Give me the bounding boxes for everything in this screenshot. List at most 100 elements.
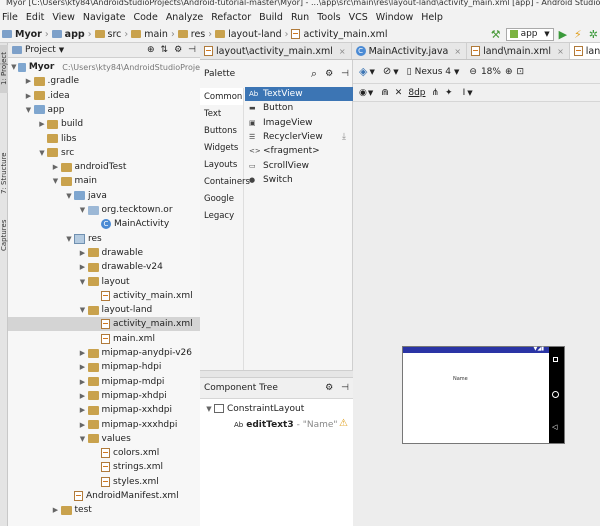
palette-category[interactable]: Google — [200, 190, 243, 207]
tree-item[interactable]: styles.xml — [8, 475, 200, 489]
tree-item[interactable]: ▶ mipmap-hdpi — [8, 360, 200, 374]
tree-item[interactable]: ▶ mipmap-xxxhdpi — [8, 418, 200, 432]
breadcrumb-app[interactable]: app — [51, 29, 85, 40]
editor-tab[interactable]: C MainActivity.java × — [352, 43, 468, 59]
device-preview[interactable]: ▼◢▮ ◁ Name — [402, 346, 565, 444]
palette-category[interactable]: Common — [200, 88, 243, 105]
palette-item[interactable]: ▭ ScrollView — [245, 158, 353, 172]
project-tool-tab[interactable]: 1: Project — [0, 45, 8, 93]
chevron-right-icon[interactable]: ▶ — [24, 77, 34, 85]
tree-item[interactable]: ▼ Myor C:\Users\kty84\AndroidStudioProje — [8, 60, 200, 74]
apply-changes-icon[interactable]: ⚡ — [574, 28, 582, 41]
tree-item[interactable]: ▶ mipmap-xxhdpi — [8, 403, 200, 417]
edit-text-preview[interactable]: Name — [453, 376, 468, 382]
tree-item[interactable]: ▼ res — [8, 232, 200, 246]
run-icon[interactable]: ▶ — [559, 28, 567, 41]
design-canvas[interactable] — [353, 102, 600, 526]
chevron-right-icon[interactable]: ▶ — [78, 421, 88, 429]
chevron-down-icon[interactable]: ▼ — [78, 306, 88, 314]
chevron-down-icon[interactable]: ▼ — [78, 435, 88, 443]
menu-file[interactable]: File — [2, 12, 18, 23]
infer-constraints-icon[interactable]: ⋔ — [432, 88, 440, 98]
tree-item[interactable]: C MainActivity — [8, 217, 200, 231]
eye-icon[interactable]: ◉ — [359, 88, 367, 98]
default-margin[interactable]: 8dp — [408, 88, 425, 98]
chevron-down-icon[interactable]: ▼ — [467, 89, 472, 97]
gear-icon[interactable]: ⚙ — [325, 69, 333, 79]
tree-item[interactable]: ▼ layout-land — [8, 303, 200, 317]
zoom-out-icon[interactable]: ⊖ — [469, 67, 477, 77]
menu-code[interactable]: Code — [133, 12, 157, 23]
tree-item[interactable]: ▶ test — [8, 503, 200, 517]
palette-item[interactable]: ● Switch — [245, 173, 353, 187]
layers-icon[interactable]: ◈ — [359, 65, 367, 78]
tree-item[interactable]: ▶ androidTest — [8, 160, 200, 174]
palette-category[interactable]: Layouts — [200, 156, 243, 173]
menu-analyze[interactable]: Analyze — [166, 12, 203, 23]
run-config-select[interactable]: app ▼ — [505, 27, 554, 41]
menu-navigate[interactable]: Navigate — [83, 12, 126, 23]
panel-splitter[interactable] — [200, 370, 353, 378]
guidelines-icon[interactable]: I — [463, 88, 466, 98]
zoom-fit-icon[interactable]: ⊡ — [517, 67, 525, 77]
chevron-right-icon[interactable]: ▶ — [78, 378, 88, 386]
chevron-right-icon[interactable]: ▶ — [37, 120, 47, 128]
chevron-right-icon[interactable]: ▶ — [78, 263, 88, 271]
tree-item[interactable]: main.xml — [8, 332, 200, 346]
debug-icon[interactable]: ✲ — [589, 28, 598, 41]
menu-build[interactable]: Build — [259, 12, 283, 23]
chevron-down-icon[interactable]: ▼ — [368, 89, 373, 97]
breadcrumb-layout-land[interactable]: layout-land — [215, 29, 282, 40]
gear-icon[interactable]: ⚙ — [174, 45, 182, 55]
palette-category[interactable]: Legacy — [200, 207, 243, 224]
warning-icon[interactable]: ⚠ — [339, 418, 348, 429]
menu-edit[interactable]: Edit — [26, 12, 44, 23]
breadcrumb-res[interactable]: res — [177, 29, 205, 40]
chevron-down-icon[interactable]: ▼ — [59, 46, 64, 54]
captures-tool-tab[interactable]: Captures — [0, 213, 8, 258]
palette-item[interactable]: ☰ RecyclerView — [245, 130, 353, 144]
tree-item[interactable]: ▶ mipmap-xhdpi — [8, 389, 200, 403]
tree-item[interactable]: ▼ src — [8, 146, 200, 160]
breadcrumb-src[interactable]: src — [94, 29, 121, 40]
hide-icon[interactable]: ⊣ — [341, 383, 349, 393]
menu-help[interactable]: Help — [421, 12, 443, 23]
breadcrumb-activity-main[interactable]: activity_main.xml — [291, 29, 388, 40]
device-select[interactable]: Nexus 4 — [415, 67, 451, 77]
menu-vcs[interactable]: VCS — [349, 12, 368, 23]
chevron-right-icon[interactable]: ▶ — [78, 249, 88, 257]
chevron-down-icon[interactable]: ▼ — [393, 68, 398, 76]
structure-tool-tab[interactable]: 7: Structure — [0, 143, 8, 203]
tree-item[interactable]: ▶ drawable-v24 — [8, 260, 200, 274]
chevron-down-icon[interactable]: ▼ — [78, 206, 88, 214]
hide-icon[interactable]: ⊣ — [341, 69, 349, 79]
editor-tab[interactable]: land\main.xml × — [467, 43, 570, 59]
sync-icon[interactable]: ⊕ — [147, 45, 155, 55]
chevron-down-icon[interactable]: ▼ — [64, 235, 74, 243]
chevron-down-icon[interactable]: ▼ — [78, 278, 88, 286]
tree-item[interactable]: ▶ drawable — [8, 246, 200, 260]
tree-item[interactable]: ▶ build — [8, 117, 200, 131]
close-icon[interactable]: × — [557, 47, 564, 56]
chevron-down-icon[interactable]: ▼ — [51, 177, 61, 185]
menu-view[interactable]: View — [52, 12, 75, 23]
tree-item[interactable]: ▼ java — [8, 189, 200, 203]
tree-item[interactable]: strings.xml — [8, 460, 200, 474]
tree-item[interactable]: ▶ mipmap-anydpi-v26 — [8, 346, 200, 360]
tree-item[interactable]: libs — [8, 132, 200, 146]
close-icon[interactable]: × — [339, 47, 346, 56]
chevron-down-icon[interactable]: ▼ — [24, 106, 34, 114]
hammer-icon[interactable]: ⚒ — [491, 28, 501, 41]
gear-icon[interactable]: ⚙ — [325, 383, 333, 393]
palette-category[interactable]: Text — [200, 105, 243, 122]
magnet-icon[interactable]: ⋒ — [381, 88, 389, 98]
menu-window[interactable]: Window — [376, 12, 413, 23]
editor-tab[interactable]: layout\activity_main.xml × — [200, 43, 352, 59]
close-icon[interactable]: × — [454, 47, 461, 56]
palette-category[interactable]: Containers — [200, 173, 250, 190]
palette-item[interactable]: ▣ ImageView — [245, 116, 353, 130]
chevron-right-icon[interactable]: ▶ — [78, 349, 88, 357]
collapse-icon[interactable]: ⇅ — [161, 45, 169, 55]
chevron-down-icon[interactable]: ▼ — [64, 192, 74, 200]
download-icon[interactable]: ⤓ — [342, 132, 346, 142]
